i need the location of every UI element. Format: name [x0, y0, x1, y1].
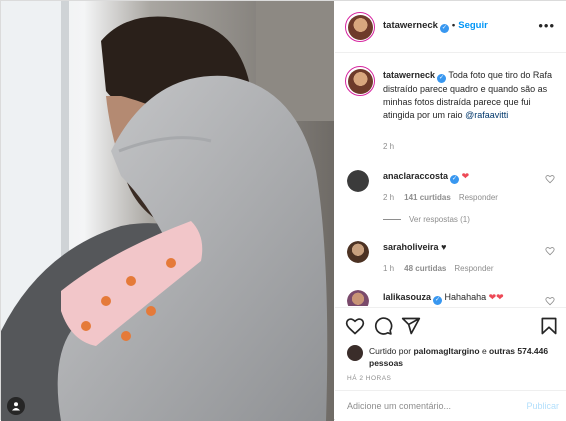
like-comment-heart-icon[interactable] — [545, 174, 555, 184]
comments-list: tatawerneck ✓ Toda foto que tiro do Rafa … — [335, 54, 566, 306]
comment-composer: Publicar — [335, 390, 566, 421]
comment-username[interactable]: lalikasouza — [383, 292, 431, 302]
like-heart-icon[interactable] — [345, 316, 365, 336]
verified-icon: ✓ — [433, 296, 443, 305]
caption: tatawerneck ✓ Toda foto que tiro do Rafa … — [383, 69, 555, 122]
more-options-icon[interactable]: ••• — [538, 18, 555, 33]
post-dialog: tatawerneck ✓ • Seguir ••• tatawerneck ✓ Tod… — [0, 0, 566, 421]
caption-time: 2 h — [383, 142, 395, 151]
post-timestamp[interactable]: HÁ 2 HORAS — [347, 375, 391, 382]
caption-mention[interactable]: @rafaavitti — [465, 110, 508, 120]
verified-icon: ✓ — [439, 24, 449, 33]
comment-username[interactable]: anaclaraccosta — [383, 171, 448, 181]
like-comment-heart-icon[interactable] — [545, 296, 555, 306]
caption-avatar[interactable] — [345, 66, 375, 96]
author-header-line: tatawerneck ✓ • Seguir — [383, 20, 488, 33]
replies-line — [383, 219, 401, 221]
user-glyph — [12, 402, 20, 411]
follow-button[interactable]: Seguir — [458, 20, 488, 31]
liker-username[interactable]: palomagltargino — [413, 346, 479, 356]
post-sidebar: tatawerneck ✓ • Seguir ••• tatawerneck ✓ Tod… — [335, 1, 566, 421]
comment-username[interactable]: saraholiveira — [383, 242, 439, 252]
post-header: tatawerneck ✓ • Seguir ••• — [335, 1, 566, 53]
comment-input[interactable] — [347, 398, 507, 414]
reply-button[interactable]: Responder — [459, 193, 498, 202]
verified-icon: ✓ — [450, 175, 460, 184]
publish-button[interactable]: Publicar — [526, 401, 559, 411]
author-avatar[interactable] — [345, 12, 375, 42]
comment-emoji: ❤❤ — [488, 292, 504, 302]
comment-avatar[interactable] — [347, 241, 369, 263]
caption-username[interactable]: tatawerneck — [383, 70, 435, 80]
comment-item: anaclaraccosta ✓ ❤ — [383, 171, 469, 184]
author-username[interactable]: tatawerneck — [383, 20, 438, 31]
comment-icon[interactable] — [373, 316, 393, 336]
view-replies[interactable]: Ver respostas (1) — [383, 215, 470, 224]
comment-item: saraholiveira ♥ — [383, 242, 446, 252]
comment-likes[interactable]: 141 curtidas — [404, 193, 451, 202]
tagged-user-icon[interactable] — [7, 397, 25, 415]
liker-avatar[interactable] — [347, 345, 363, 361]
comment-emoji: ❤ — [461, 171, 470, 181]
liked-by: Curtido por palomagltargino e outras 574… — [369, 346, 549, 368]
comment-meta: 2 h 141 curtidas Responder — [383, 193, 498, 202]
comment-emoji: ♥ — [441, 242, 447, 252]
photo-illustration — [1, 1, 334, 421]
post-photo[interactable] — [1, 1, 334, 421]
verified-icon: ✓ — [437, 74, 447, 83]
post-actions: Curtido por palomagltargino e outras 574… — [335, 307, 566, 391]
comment-meta: 1 h 48 curtidas Responder — [383, 264, 494, 273]
like-comment-heart-icon[interactable] — [545, 246, 555, 256]
comment-avatar[interactable] — [347, 290, 369, 306]
comment-likes[interactable]: 48 curtidas — [404, 264, 446, 273]
save-bookmark-icon[interactable] — [539, 316, 559, 336]
comment-avatar[interactable] — [347, 170, 369, 192]
reply-button[interactable]: Responder — [454, 264, 493, 273]
share-icon[interactable] — [401, 316, 421, 336]
separator-dot: • — [451, 20, 456, 31]
comment-text: Hahahaha — [444, 292, 487, 302]
comment-item: lalikasouza ✓ Hahahaha ❤❤ — [383, 292, 504, 305]
